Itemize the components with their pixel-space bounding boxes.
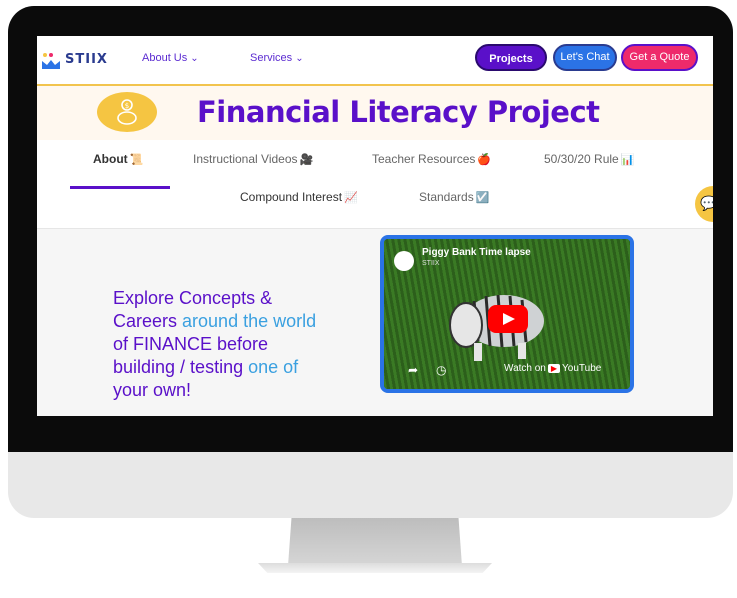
projects-button[interactable]: Projects bbox=[475, 44, 547, 71]
monitor-stand bbox=[288, 518, 462, 566]
section-tabs: About 📜 Instructional Videos 🎥 Teacher Res… bbox=[37, 140, 713, 229]
youtube-logo-icon: ▶ bbox=[547, 364, 561, 373]
hero-text: Explore Concepts & Careers around the wo… bbox=[113, 287, 383, 402]
active-tab-indicator bbox=[70, 186, 170, 189]
bar-chart-icon: 📊 bbox=[620, 154, 635, 166]
tab-teacher-resources[interactable]: Teacher Resources 🍎 bbox=[372, 152, 491, 166]
camera-icon: 🎥 bbox=[299, 154, 314, 166]
monitor-chin bbox=[8, 452, 733, 518]
chevron-down-icon: ⌄ bbox=[295, 53, 304, 64]
monitor-base bbox=[258, 563, 492, 573]
hero-accent: around the world bbox=[182, 311, 317, 331]
get-a-quote-button[interactable]: Get a Quote bbox=[621, 44, 698, 71]
stiix-logo[interactable]: STIIX bbox=[41, 50, 113, 70]
play-button-icon[interactable] bbox=[488, 305, 528, 333]
hero-line: Careers bbox=[113, 311, 183, 331]
nav-services[interactable]: Services ⌄ bbox=[250, 52, 304, 64]
tab-about[interactable]: About 📜 bbox=[93, 152, 143, 166]
chat-bubble-icon: 💬 bbox=[700, 195, 713, 211]
tab-50-30-20-rule-label: 50/30/20 Rule bbox=[544, 152, 619, 166]
nav-services-label: Services bbox=[250, 52, 293, 64]
channel-avatar[interactable] bbox=[394, 251, 414, 271]
tab-teacher-resources-label: Teacher Resources bbox=[372, 152, 476, 166]
share-icon[interactable]: ➦ bbox=[408, 363, 418, 377]
apple-icon: 🍎 bbox=[477, 154, 492, 166]
trending-up-icon: 📈 bbox=[344, 192, 358, 204]
page-title: Financial Literacy Project bbox=[197, 95, 600, 129]
lets-chat-button[interactable]: Let's Chat bbox=[553, 44, 617, 71]
about-section: Explore Concepts & Careers around the wo… bbox=[37, 229, 713, 416]
logo-mark-icon bbox=[42, 53, 60, 69]
video-title[interactable]: Piggy Bank Time lapse bbox=[422, 247, 531, 258]
tab-compound-interest-label: Compound Interest bbox=[240, 190, 343, 204]
tab-standards[interactable]: Standards ☑️ bbox=[419, 190, 489, 204]
logo-text: STIIX bbox=[65, 52, 108, 67]
checkbox-icon: ☑️ bbox=[475, 192, 490, 204]
hero-line: your own! bbox=[113, 380, 192, 400]
video-channel: STIIX bbox=[422, 260, 440, 267]
tab-standards-label: Standards bbox=[419, 190, 474, 204]
tab-50-30-20-rule[interactable]: 50/30/20 Rule 📊 bbox=[544, 152, 634, 166]
tab-instructional-videos-label: Instructional Videos bbox=[193, 152, 298, 166]
top-navigation: STIIX About Us ⌄ Services ⌄ Projects Let's… bbox=[37, 36, 713, 84]
watch-on-label: Watch on bbox=[504, 363, 546, 374]
hero-line: of FINANCE before bbox=[113, 334, 269, 354]
clock-icon[interactable]: ◷ bbox=[436, 363, 446, 377]
watch-on-youtube-link[interactable]: Watch on ▶ YouTube bbox=[504, 363, 601, 374]
tab-instructional-videos[interactable]: Instructional Videos 🎥 bbox=[193, 152, 313, 166]
tab-compound-interest[interactable]: Compound Interest 📈 bbox=[240, 190, 358, 204]
nav-about-us-label: About Us bbox=[142, 52, 188, 64]
hero-accent: one of bbox=[248, 357, 299, 377]
svg-text:$: $ bbox=[125, 102, 129, 110]
scroll-icon: 📜 bbox=[129, 154, 144, 166]
youtube-video-embed[interactable]: Piggy Bank Time lapse STIIX ➦ ◷ Watch on… bbox=[380, 235, 634, 393]
monitor-screen: STIIX About Us ⌄ Services ⌄ Projects Let's… bbox=[37, 36, 713, 416]
hero-line: Explore Concepts & bbox=[113, 288, 273, 308]
page-banner: $ Financial Literacy Project bbox=[37, 84, 713, 142]
hero-line: building / testing bbox=[113, 357, 249, 377]
tab-about-label: About bbox=[93, 152, 128, 166]
nav-about-us[interactable]: About Us ⌄ bbox=[142, 52, 199, 64]
chevron-down-icon: ⌄ bbox=[190, 53, 199, 64]
piggy-bank-icon: $ bbox=[97, 92, 157, 132]
youtube-label: YouTube bbox=[562, 363, 602, 374]
